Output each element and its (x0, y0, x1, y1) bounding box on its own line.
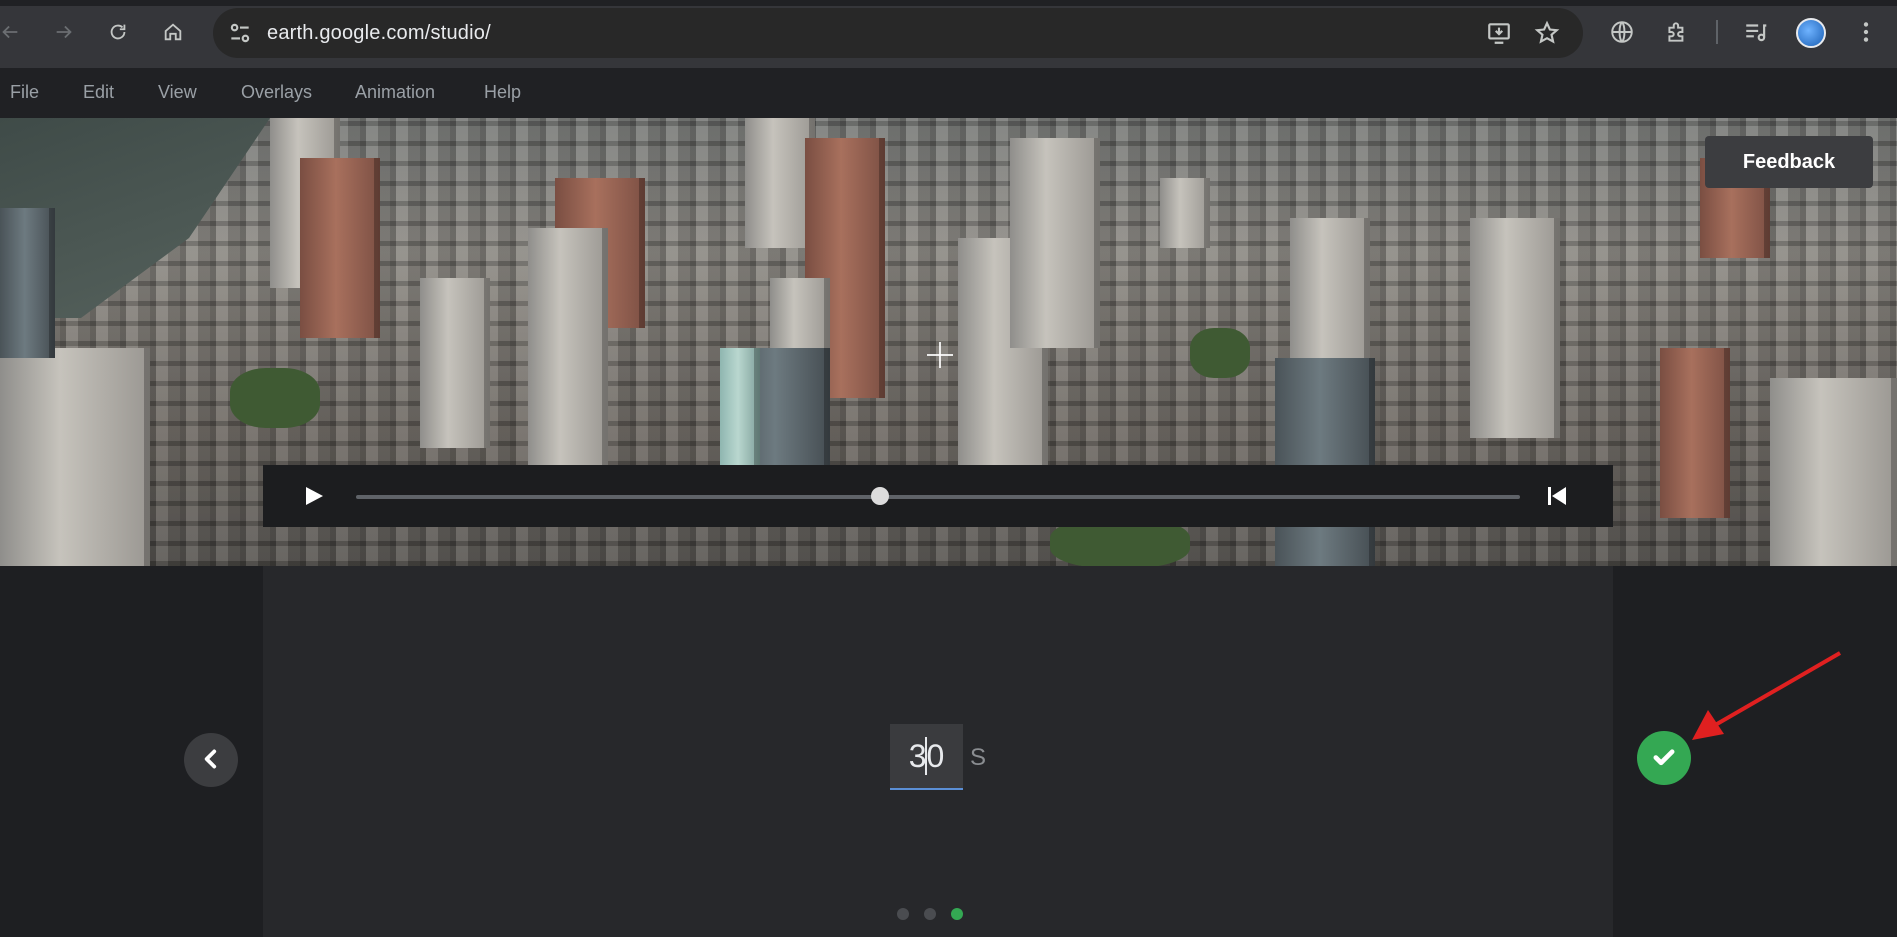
kebab-menu-icon[interactable] (1851, 17, 1881, 47)
reload-icon[interactable] (102, 16, 134, 48)
media-control-icon[interactable] (1741, 17, 1771, 47)
step-dot[interactable] (951, 908, 963, 920)
building (1470, 218, 1560, 438)
menu-file[interactable]: File (10, 82, 39, 103)
building (1160, 178, 1210, 248)
building (1770, 378, 1897, 566)
menu-animation[interactable]: Animation (355, 82, 435, 103)
menu-edit[interactable]: Edit (83, 82, 114, 103)
back-arrow-icon[interactable] (0, 16, 26, 48)
building (720, 348, 760, 468)
building (300, 158, 380, 338)
puzzle-icon[interactable] (1662, 17, 1692, 47)
park (230, 368, 320, 428)
toolbar-separator (1716, 20, 1718, 44)
home-icon[interactable] (157, 16, 189, 48)
menu-view[interactable]: View (158, 82, 197, 103)
building (1660, 348, 1730, 518)
globe-icon[interactable] (1607, 17, 1637, 47)
previous-step-button[interactable] (184, 733, 238, 787)
building (1275, 358, 1375, 566)
duration-unit-label: S (970, 744, 987, 771)
building (528, 228, 608, 468)
step-indicator (897, 908, 963, 920)
text-caret (925, 737, 927, 775)
tab-strip (0, 0, 1897, 6)
crosshair-icon (927, 342, 953, 368)
browser-toolbar: earth.google.com/studio/ (0, 0, 1897, 68)
park (1190, 328, 1250, 378)
building (1010, 138, 1100, 348)
address-bar[interactable]: earth.google.com/studio/ (213, 8, 1583, 58)
step-dot[interactable] (924, 908, 936, 920)
forward-arrow-icon[interactable] (48, 16, 80, 48)
skip-start-icon[interactable] (1546, 485, 1568, 507)
animation-timeline (263, 465, 1613, 527)
feedback-button[interactable]: Feedback (1705, 136, 1873, 188)
checkmark-icon (1650, 743, 1678, 774)
star-icon[interactable] (1534, 20, 1560, 46)
site-info-icon[interactable] (227, 20, 253, 46)
play-icon[interactable] (304, 485, 324, 507)
install-app-icon[interactable] (1486, 20, 1512, 46)
timeline-track[interactable] (356, 495, 1520, 499)
chevron-left-icon (198, 746, 224, 775)
building (420, 278, 490, 448)
url-text: earth.google.com/studio/ (267, 22, 491, 44)
step-dot[interactable] (897, 908, 909, 920)
annotation-arrow (1692, 651, 1841, 740)
building (0, 208, 55, 358)
timeline-scrubber[interactable] (870, 487, 889, 505)
menu-help[interactable]: Help (484, 82, 521, 103)
menu-overlays[interactable]: Overlays (241, 82, 312, 103)
app-menu-bar: File Edit View Overlays Animation Help (0, 68, 1897, 118)
building (0, 348, 150, 566)
profile-avatar[interactable] (1796, 18, 1826, 48)
